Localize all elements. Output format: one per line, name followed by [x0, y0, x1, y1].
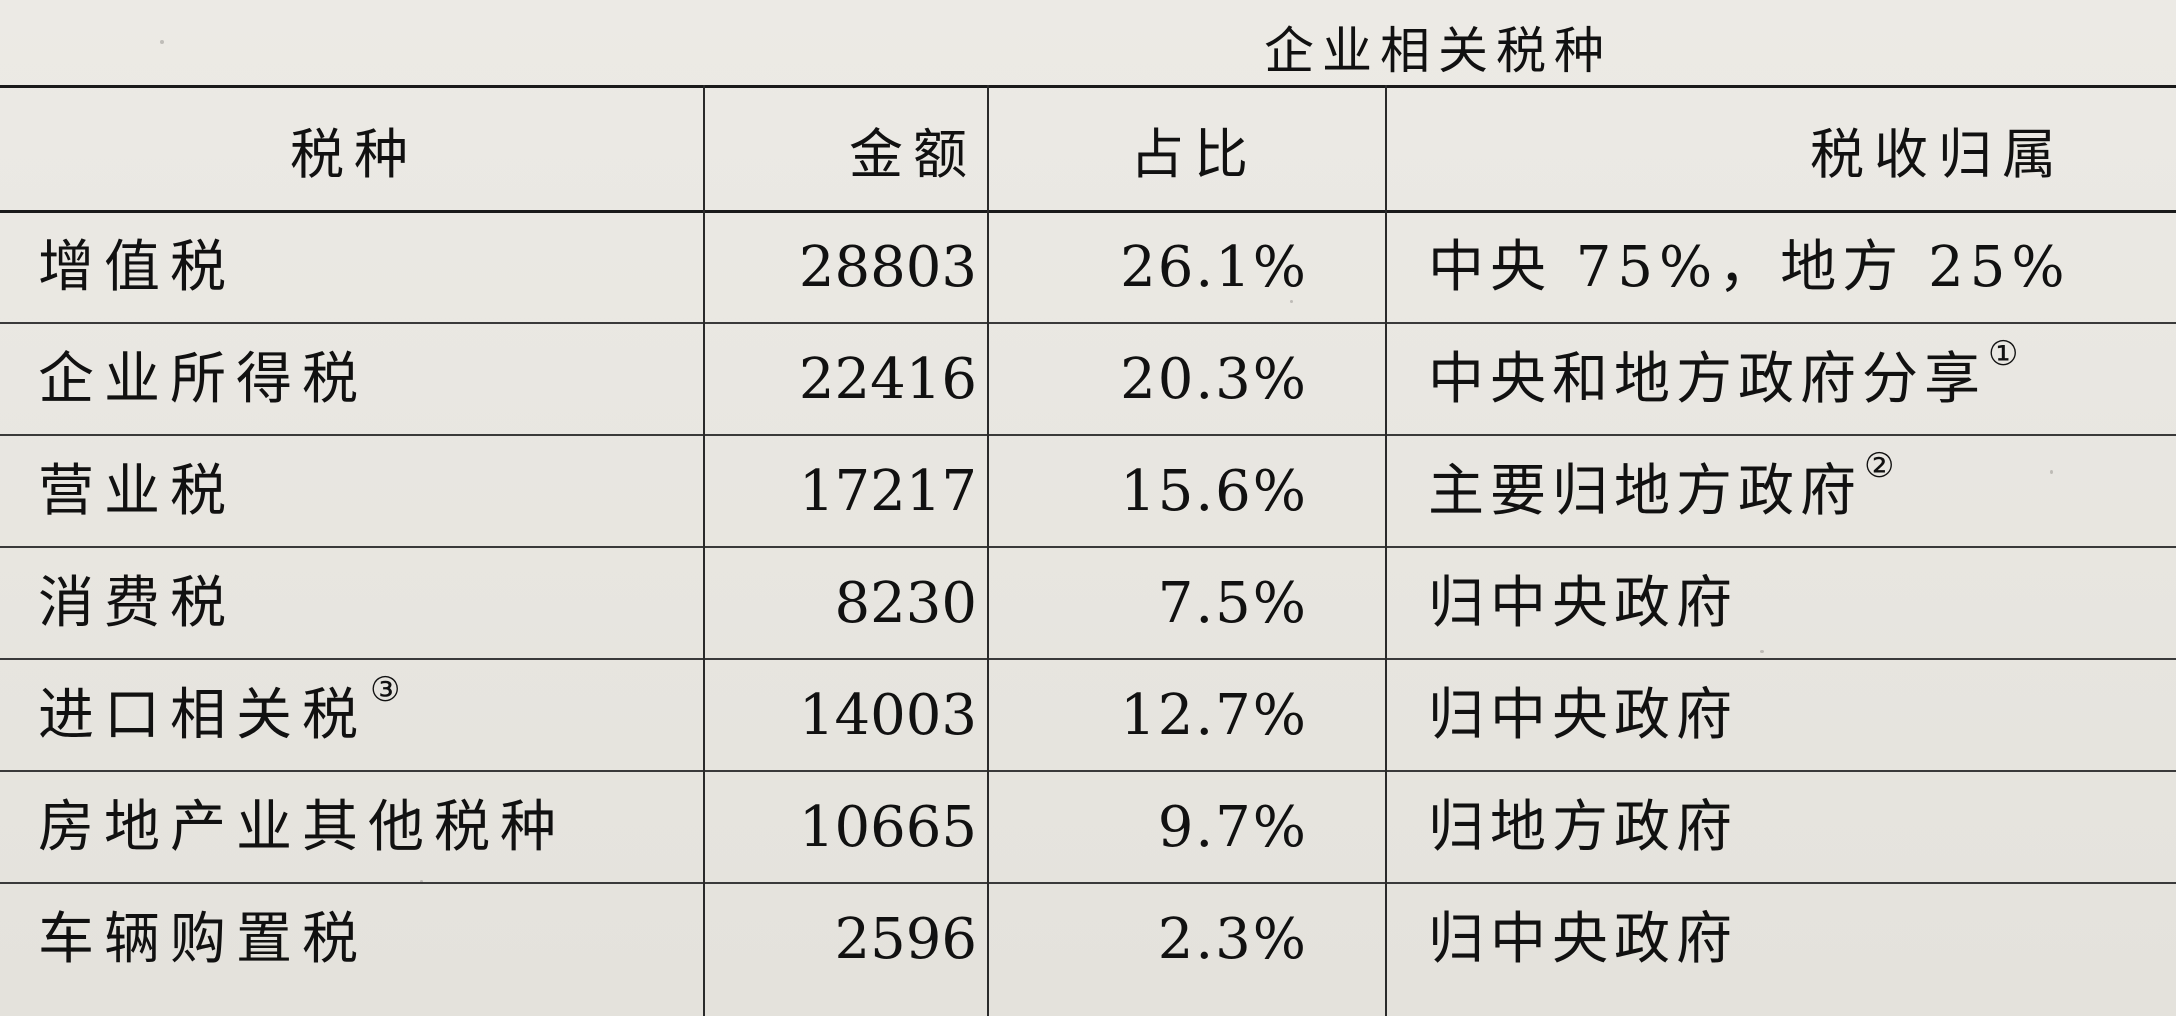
footnote-marker: ①	[1988, 334, 2019, 374]
tax-table: 税种 金额 占比 税收归属 增值税 28803 26.1% 中央 75%，地方 …	[0, 85, 2176, 1016]
header-amount: 金额	[849, 123, 977, 186]
table-row-name: 车辆购置税	[38, 884, 698, 996]
tax-share: 20.3%	[1120, 347, 1308, 412]
tax-ownership: 中央 75%，地方 25%	[1428, 235, 2071, 300]
tax-ownership: 归地方政府	[1428, 795, 1738, 860]
tax-amount: 28803	[798, 235, 977, 300]
tax-share: 15.6%	[1120, 459, 1308, 524]
tax-name: 消费税	[38, 571, 236, 636]
tax-amount: 14003	[798, 683, 977, 748]
tax-share: 9.7%	[1157, 795, 1308, 860]
tax-share: 2.3%	[1157, 907, 1308, 972]
table-row-name: 增值税	[38, 212, 698, 324]
tax-share: 7.5%	[1157, 571, 1308, 636]
tax-ownership: 归中央政府	[1428, 683, 1738, 748]
tax-name: 车辆购置税	[38, 907, 368, 972]
tax-amount: 17217	[798, 459, 977, 524]
table-row-name: 进口相关税③	[38, 660, 698, 772]
tax-ownership: 归中央政府	[1428, 907, 1738, 972]
table-row-name: 营业税	[38, 436, 698, 548]
footnote-marker: ②	[1864, 446, 1895, 486]
tax-amount: 10665	[798, 795, 977, 860]
tax-ownership: 主要归地方政府	[1428, 459, 1862, 524]
paper-speck	[160, 40, 164, 44]
tax-amount: 22416	[798, 347, 977, 412]
tax-ownership: 归中央政府	[1428, 571, 1738, 636]
tax-name: 进口相关税	[38, 683, 368, 748]
table-row-name: 企业所得税	[38, 324, 698, 436]
tax-share: 26.1%	[1120, 235, 1308, 300]
footnote-marker: ③	[370, 670, 401, 710]
table-caption: 企业相关税种	[1264, 22, 1612, 80]
tax-name: 营业税	[38, 459, 236, 524]
tax-ownership-cell: 主要归地方政府②	[1428, 436, 2168, 548]
tax-amount: 8230	[834, 571, 977, 636]
header-ownership: 税收归属	[1810, 123, 2066, 186]
header-tax-type: 税种	[290, 123, 418, 186]
tax-name: 企业所得税	[38, 347, 368, 412]
header-share: 占比	[1130, 123, 1258, 186]
table-row-name: 房地产业其他税种	[38, 772, 698, 884]
column-rule	[1385, 85, 1387, 1016]
tax-ownership: 中央和地方政府分享	[1428, 347, 1986, 412]
tax-share: 12.7%	[1120, 683, 1308, 748]
table-top-rule	[0, 85, 2176, 88]
tax-name: 房地产业其他税种	[38, 795, 566, 860]
column-rule	[987, 85, 989, 1016]
table-row-name: 消费税	[38, 548, 698, 660]
document-page: 企业相关税种 税种 金额 占比 税收归属 增值税 28803 26.1% 中央 …	[0, 0, 2176, 1016]
tax-amount: 2596	[834, 907, 977, 972]
tax-name: 增值税	[38, 235, 236, 300]
tax-ownership-cell: 中央和地方政府分享①	[1428, 324, 2168, 436]
